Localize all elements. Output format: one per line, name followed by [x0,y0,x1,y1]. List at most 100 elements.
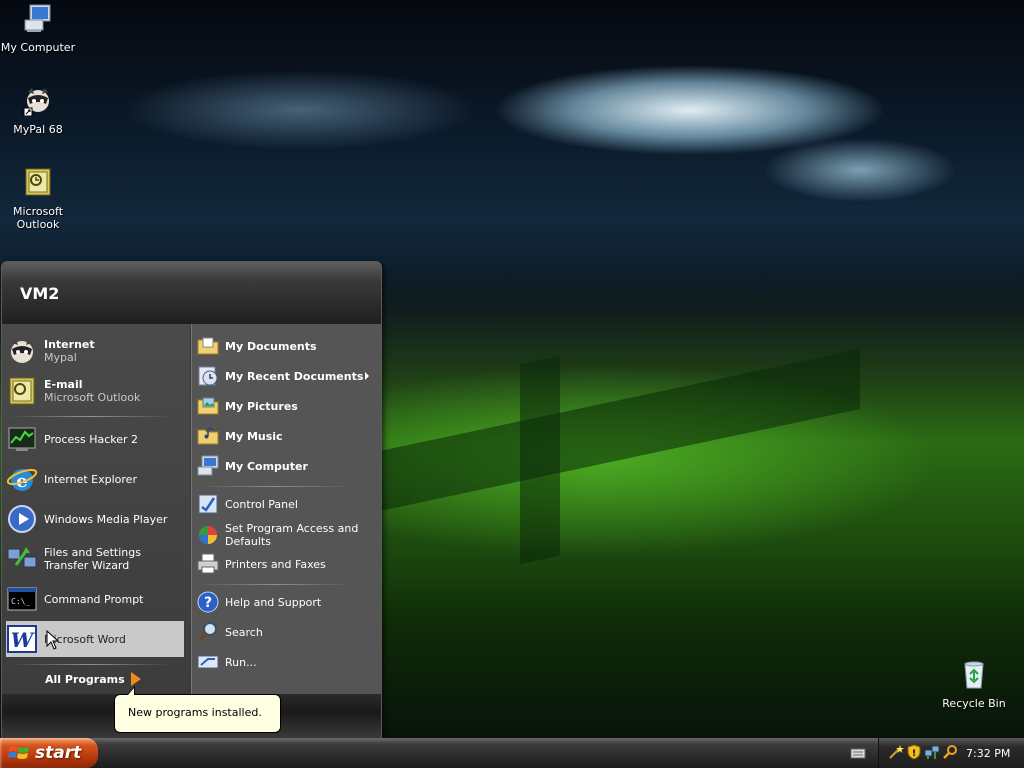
desktop-icon-outlook[interactable]: Microsoft Outlook [0,166,76,231]
submenu-arrow-icon [365,372,369,380]
command-prompt-icon: C:\_ [7,587,37,611]
run-icon [197,655,219,669]
settings-program-access[interactable]: Set Program Access and Defaults [196,521,374,549]
settings-label: Printers and Faxes [225,557,326,571]
clock[interactable]: 7:32 PM [966,747,1010,760]
svg-text:W: W [11,628,36,652]
raccoon-icon [23,88,49,117]
desktop-icon-label: Recycle Bin [942,697,1006,710]
new-programs-balloon[interactable]: New programs installed. [114,694,281,733]
place-my-recent-documents[interactable]: My Recent Documents [196,363,374,389]
help-label: Search [225,625,263,639]
settings-control-panel[interactable]: Control Panel [196,491,374,517]
transfer-wizard-icon [7,547,37,568]
recent-label: Internet Explorer [44,472,137,486]
settings-printers-faxes[interactable]: Printers and Faxes [196,551,374,577]
computer-icon [24,4,51,32]
word-icon: W [7,625,37,653]
desktop-icon-label: Microsoft Outlook [12,205,64,231]
outlook-icon [9,377,35,405]
desktop-icon-recycle-bin[interactable]: Recycle Bin [936,658,1012,710]
wand-icon[interactable] [888,744,904,760]
program-access-icon [199,526,217,544]
internet-explorer-icon: e [6,469,38,492]
recent-files-settings-transfer[interactable]: Files and Settings Transfer Wizard [6,541,184,577]
recent-label: Files and Settings Transfer Wizard [44,546,141,572]
all-programs-button[interactable]: All Programs [45,673,125,686]
mouse-cursor-icon [46,630,60,650]
separator [198,486,352,487]
start-button[interactable]: start [0,738,98,768]
place-my-computer[interactable]: My Computer [196,453,374,479]
process-hacker-icon [8,427,36,451]
separator [198,584,352,585]
svg-text:!: ! [912,749,916,759]
desktop-icon-label: MyPal 68 [13,123,63,136]
place-label: My Documents [225,339,317,353]
help-icon: ? [197,591,219,613]
place-label: My Recent Documents [225,369,364,383]
svg-text:C:\_: C:\_ [11,597,30,606]
recent-label: Windows Media Player [44,512,168,526]
outlook-icon [25,168,51,196]
help-label: Run... [225,655,257,669]
place-label: My Pictures [225,399,298,413]
desktop-icon-label: My Computer [0,41,76,54]
help-label: Help and Support [225,595,322,609]
settings-label: Set Program Access and Defaults [225,522,359,548]
pinned-subtitle: Mypal [44,351,77,364]
pinned-email[interactable]: E-mail Microsoft Outlook [6,373,184,409]
folder-documents-icon [197,337,219,355]
folder-music-icon [197,427,219,445]
separator [8,416,172,417]
wallpaper-window-shadow [520,355,560,565]
run[interactable]: Run... [196,649,374,675]
recent-windows-media-player[interactable]: Windows Media Player [6,501,184,537]
help-and-support[interactable]: ? Help and Support [196,589,374,615]
place-label: My Music [225,429,283,443]
recent-command-prompt[interactable]: C:\_ Command Prompt [6,581,184,617]
security-shield-icon[interactable]: ! [906,744,922,760]
computer-icon [197,455,219,476]
start-menu-header: VM2 [2,262,381,324]
pinned-title: E-mail [44,378,83,391]
start-label: start [35,743,82,763]
taskbar [0,738,1024,768]
user-name: VM2 [20,284,60,303]
recent-internet-explorer[interactable]: e Internet Explorer [6,461,184,497]
place-my-pictures[interactable]: My Pictures [196,393,374,419]
recent-microsoft-word[interactable]: W Microsoft Word [6,621,184,657]
control-panel-icon [198,494,218,514]
search[interactable]: Search [196,619,374,645]
separator [8,664,172,665]
folder-pictures-icon [197,397,219,415]
recent-label: Command Prompt [44,592,144,606]
pinned-subtitle: Microsoft Outlook [44,391,141,404]
raccoon-icon [11,339,33,363]
recent-label: Process Hacker 2 [44,432,139,446]
all-programs-arrow-icon [131,672,141,686]
svg-text:?: ? [204,595,212,611]
place-label: My Computer [225,459,308,473]
media-player-icon [8,505,36,533]
windows-flag-icon [8,746,29,759]
pinned-internet[interactable]: Internet Mypal [6,333,184,369]
balloon-tail-inner [128,688,134,695]
desktop-icon-my-computer[interactable]: My Computer [0,2,76,54]
all-programs-label: All Programs [45,673,125,686]
desktop-icon-mypal[interactable]: MyPal 68 [0,84,76,136]
balloon-text: New programs installed. [128,706,262,719]
printer-icon [197,553,219,574]
pinned-title: Internet [44,338,95,351]
wallpaper-window-shadow [380,348,860,512]
place-my-documents[interactable]: My Documents [196,333,374,359]
place-my-music[interactable]: My Music [196,423,374,449]
recent-process-hacker[interactable]: Process Hacker 2 [6,421,184,457]
settings-label: Control Panel [225,497,298,511]
search-icon [197,622,217,642]
keyboard-icon[interactable] [850,745,866,761]
search-tray-icon[interactable] [942,744,958,760]
recent-documents-icon [198,366,218,386]
recycle-bin-icon [964,661,984,689]
network-icon[interactable] [924,744,940,760]
